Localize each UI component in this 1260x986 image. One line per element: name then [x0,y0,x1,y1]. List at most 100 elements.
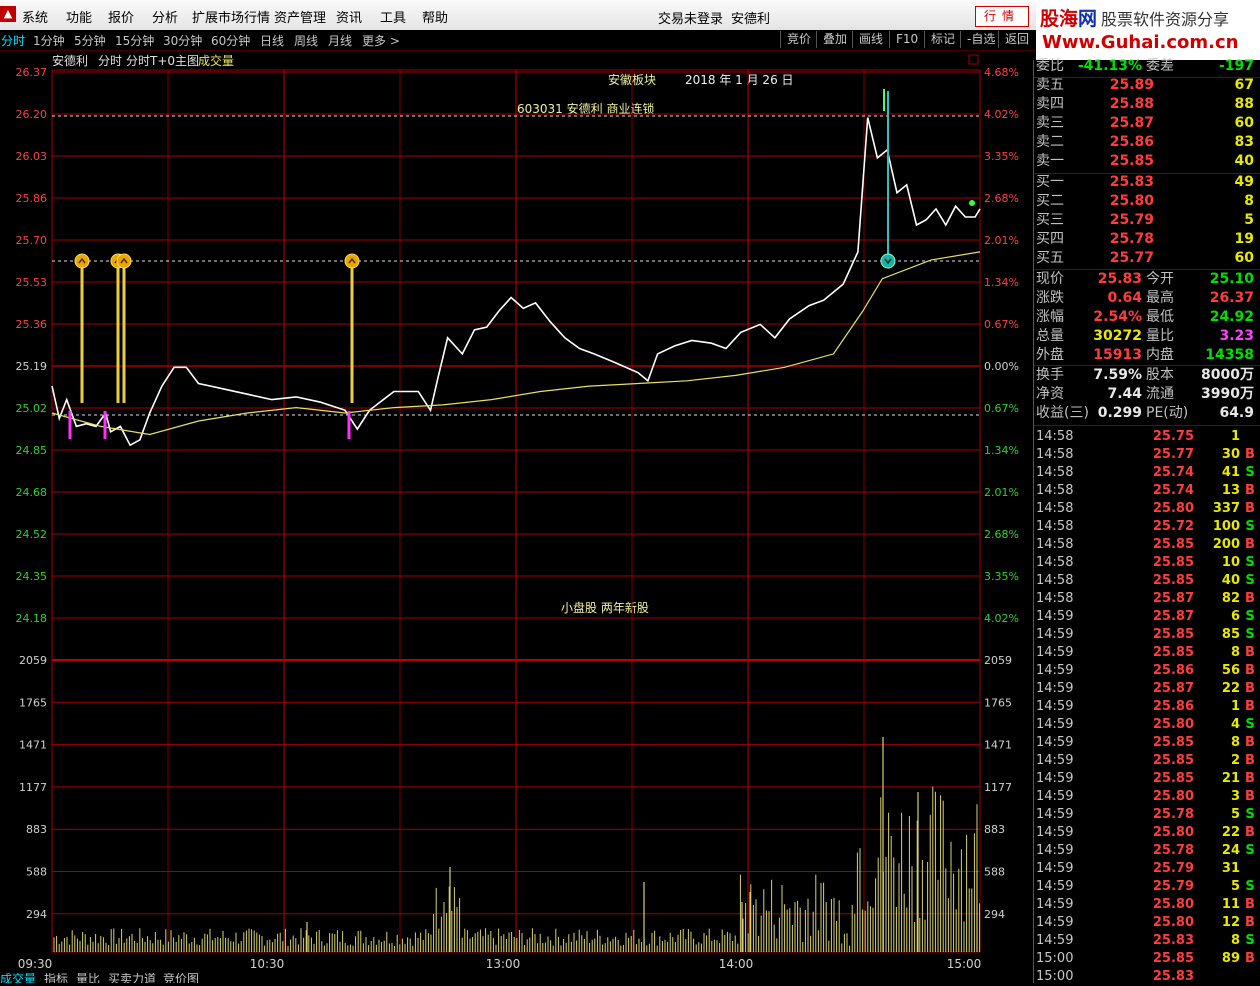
quote-stat-label: 现价 [1036,271,1064,287]
tick-row[interactable]: 14:59 25.85 21 B [1034,770,1258,788]
tick-side: S [1245,519,1255,534]
chart-canvas[interactable]: 安德利 分时 分时T+0主图 成交量 安徽板块 2018 年 1 月 26 日 … [0,51,1033,973]
tick-row[interactable]: 14:58 25.85 200 B [1034,536,1258,554]
tick-row[interactable]: 14:59 25.80 11 B [1034,896,1258,914]
bid-level-row[interactable]: 买四 25.78 19 [1034,230,1258,249]
back-button[interactable]: 返回 [998,31,1035,48]
tick-row[interactable]: 14:59 25.85 85 S [1034,626,1258,644]
menu-asset-management[interactable]: 资产管理 [274,7,326,26]
period-intraday[interactable]: 分时 [1,32,25,49]
tab-auction-chart[interactable]: 竞价图 [163,973,199,983]
menu-quote[interactable]: 报价 [108,7,134,26]
bid-level-row[interactable]: 买二 25.80 8 [1034,192,1258,211]
bid-level-row[interactable]: 买五 25.77 60 [1034,249,1258,268]
price-tick-label: 25.70 [16,234,48,247]
tick-row[interactable]: 15:00 25.85 89 B [1034,950,1258,968]
tick-row[interactable]: 14:59 25.87 6 S [1034,608,1258,626]
tab-buy-sell-force[interactable]: 买卖力道 [108,973,156,983]
ask-level-row[interactable]: 卖一 25.85 40 [1034,152,1258,171]
period-monthly[interactable]: 月线 [328,32,352,49]
pct-tick-label: 2.01% [984,486,1019,499]
tick-row[interactable]: 14:59 25.79 5 S [1034,878,1258,896]
tick-side: S [1245,555,1255,570]
quote-trade-button[interactable]: 行情 [975,6,1029,27]
menu-system[interactable]: 系统 [22,7,48,26]
auction-button[interactable]: 竞价 [780,31,817,48]
vol-tick-label: 2059 [19,654,47,667]
tick-row[interactable]: 14:59 25.83 8 S [1034,932,1258,950]
tick-row[interactable]: 14:59 25.80 3 B [1034,788,1258,806]
app-logo-icon[interactable]: ▲ [0,6,16,22]
tick-row[interactable]: 14:59 25.85 8 B [1034,734,1258,752]
tick-row[interactable]: 14:59 25.79 31 [1034,860,1258,878]
chart-expand-icon[interactable] [968,54,979,65]
tick-volume: 22 [1221,825,1240,840]
tick-row[interactable]: 14:59 25.85 2 B [1034,752,1258,770]
tick-row[interactable]: 14:58 25.72 100 S [1034,518,1258,536]
period-more[interactable]: 更多 > [362,32,400,49]
tick-row[interactable]: 14:59 25.85 8 B [1034,644,1258,662]
vol-tick-label-right: 1177 [984,781,1012,794]
tick-volume: 21 [1221,771,1240,786]
period-5min[interactable]: 5分钟 [74,32,106,49]
buy-signal-icon [344,253,360,269]
watchlist-button[interactable]: -自选 [960,31,1001,48]
price-tick-label: 24.35 [16,570,48,583]
ask-level-row[interactable]: 卖三 25.87 60 [1034,114,1258,133]
tick-row[interactable]: 14:58 25.85 40 S [1034,572,1258,590]
period-60min[interactable]: 60分钟 [211,32,250,49]
tick-row[interactable]: 14:59 25.78 24 S [1034,842,1258,860]
tick-row[interactable]: 14:59 25.80 12 B [1034,914,1258,932]
quote-stat-value: 15913 [1093,347,1142,363]
tick-row[interactable]: 14:58 25.85 10 S [1034,554,1258,572]
ask-level-row[interactable]: 卖四 25.88 88 [1034,95,1258,114]
bid-level-row[interactable]: 买一 25.83 49 [1034,173,1258,192]
period-15min[interactable]: 15分钟 [115,32,154,49]
draw-line-button[interactable]: 画线 [852,31,889,48]
tick-row[interactable]: 14:58 25.74 13 B [1034,482,1258,500]
tab-indicator[interactable]: 指标 [44,973,68,983]
tick-time: 14:59 [1036,879,1074,894]
tick-row[interactable]: 14:58 25.74 41 S [1034,464,1258,482]
tick-row[interactable]: 14:58 25.87 82 B [1034,590,1258,608]
buy-signal-icon [74,253,90,269]
tick-price: 25.79 [1152,861,1194,876]
tick-side: B [1245,771,1255,786]
period-1min[interactable]: 1分钟 [33,32,65,49]
fundamental-label: 股本 [1146,367,1174,383]
tick-row[interactable]: 14:59 25.87 22 B [1034,680,1258,698]
menu-extended-market[interactable]: 扩展市场行情 [192,7,270,26]
period-weekly[interactable]: 周线 [294,32,318,49]
f10-button[interactable]: F10 [889,31,924,48]
price-tick-label: 24.68 [16,486,48,499]
tab-volume[interactable]: 成交量 [0,973,36,983]
order-ratio-label: 委比 [1036,58,1064,74]
tick-row[interactable]: 14:59 25.86 56 B [1034,662,1258,680]
tick-row[interactable]: 15:00 25.83 [1034,968,1258,986]
bid-level-row[interactable]: 买三 25.79 5 [1034,211,1258,230]
ask-level-row[interactable]: 卖二 25.86 83 [1034,133,1258,152]
tick-row[interactable]: 14:58 25.77 30 B [1034,446,1258,464]
tick-row[interactable]: 14:59 25.80 22 B [1034,824,1258,842]
menu-function[interactable]: 功能 [66,7,92,26]
tick-row[interactable]: 14:59 25.80 4 S [1034,716,1258,734]
period-30min[interactable]: 30分钟 [163,32,202,49]
tick-row[interactable]: 14:58 25.75 1 [1034,428,1258,446]
login-status[interactable]: 交易未登录 [658,8,723,27]
menu-news[interactable]: 资讯 [336,7,362,26]
tick-price: 25.77 [1152,447,1194,462]
tick-row[interactable]: 14:59 25.86 1 B [1034,698,1258,716]
tick-time: 14:58 [1036,429,1074,444]
intraday-chart[interactable]: 安德利 分时 分时T+0主图 成交量 安徽板块 2018 年 1 月 26 日 … [0,51,1033,973]
tick-row[interactable]: 14:58 25.80 337 B [1034,500,1258,518]
menu-analysis[interactable]: 分析 [152,7,178,26]
mark-button[interactable]: 标记 [924,31,961,48]
tick-row[interactable]: 14:59 25.78 5 S [1034,806,1258,824]
ask-level-row[interactable]: 卖五 25.89 67 [1034,76,1258,95]
period-daily[interactable]: 日线 [260,32,284,49]
menu-help[interactable]: 帮助 [422,7,448,26]
menu-tools[interactable]: 工具 [380,7,406,26]
overlay-button[interactable]: 叠加 [816,31,853,48]
pct-tick-label: 1.34% [984,444,1019,457]
tab-volume-ratio[interactable]: 量比 [76,973,100,983]
